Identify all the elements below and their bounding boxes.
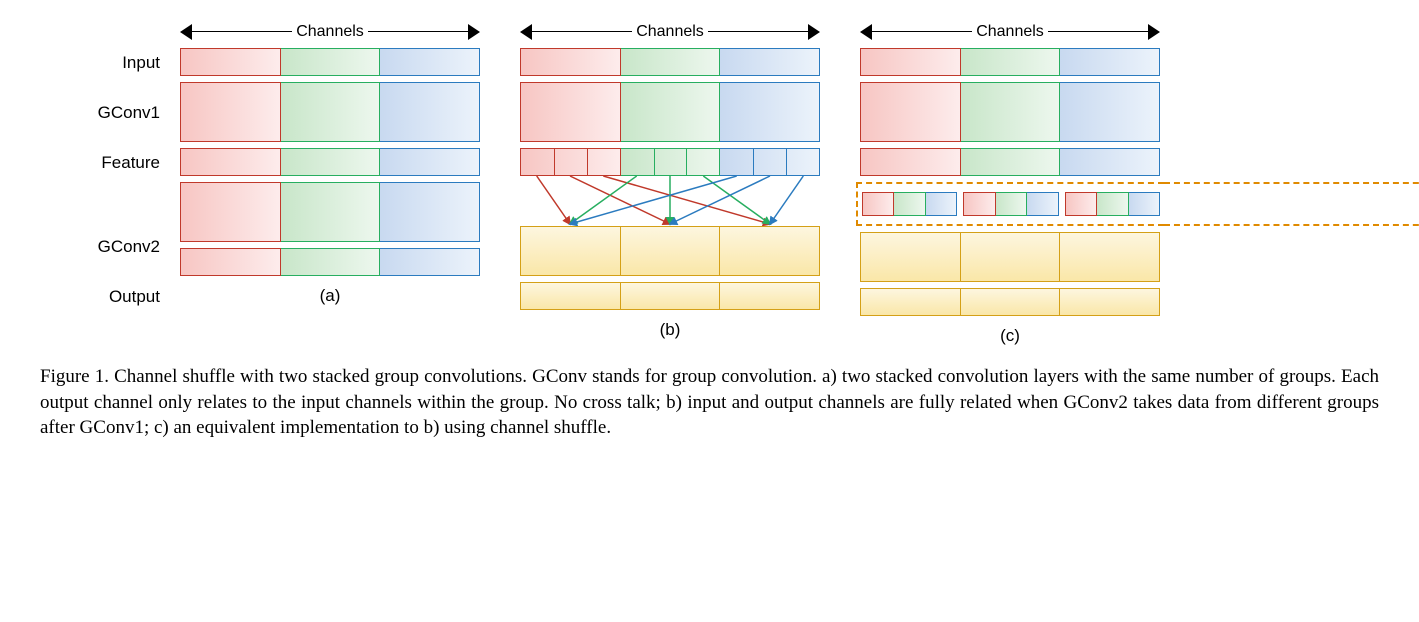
c-gconv1 [860, 82, 1160, 142]
sublabel-a: (a) [180, 286, 480, 306]
c-gconv2 [860, 232, 1160, 282]
a-gconv1 [180, 82, 480, 142]
sublabel-b: (b) [520, 320, 820, 340]
channels-extent-arrow: Channels [180, 20, 480, 44]
panel-c: Channels [860, 20, 1160, 346]
panel-a: Channels (a) [180, 20, 480, 306]
a-feature [180, 148, 480, 176]
b-feature [520, 148, 820, 176]
channels-label: Channels [972, 23, 1048, 41]
a-input [180, 48, 480, 76]
channel-shuffle-box: ChannelShuffle [860, 182, 1160, 226]
b-gconv1 [520, 82, 820, 142]
sublabel-c: (c) [860, 326, 1160, 346]
row-label-output: Output [109, 282, 160, 312]
b-gconv2 [520, 226, 820, 276]
channels-extent-arrow: Channels [520, 20, 820, 44]
a-output [180, 248, 480, 276]
c-output [860, 288, 1160, 316]
a-gconv2 [180, 182, 480, 242]
row-label-gconv1: GConv1 [98, 98, 160, 128]
row-label-input: Input [122, 48, 160, 78]
panels: Channels (a) C [180, 20, 1160, 346]
figure-1: Input GConv1 Feature GConv2 Output Chann… [40, 20, 1379, 441]
panel-b: Channels [520, 20, 820, 340]
c-input [860, 48, 1160, 76]
c-feature [860, 148, 1160, 176]
shuffle-arrows [520, 176, 820, 226]
row-label-gconv2: GConv2 [98, 232, 160, 262]
channels-label: Channels [632, 23, 708, 41]
channels-label: Channels [292, 23, 368, 41]
b-output [520, 282, 820, 310]
figure-caption: Figure 1. Channel shuffle with two stack… [40, 364, 1379, 441]
row-labels: Input GConv1 Feature GConv2 Output [40, 20, 160, 312]
figure-body: Input GConv1 Feature GConv2 Output Chann… [40, 20, 1379, 346]
b-input [520, 48, 820, 76]
row-label-feature: Feature [101, 148, 160, 178]
channels-extent-arrow: Channels [860, 20, 1160, 44]
